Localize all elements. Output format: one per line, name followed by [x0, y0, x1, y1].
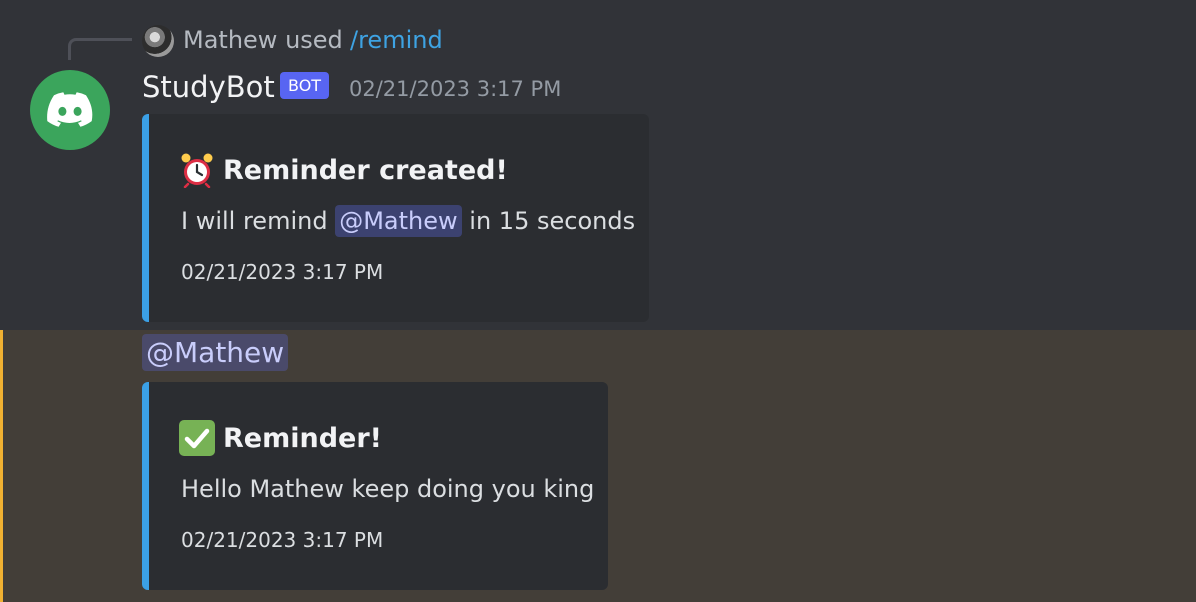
user-mention[interactable]: @Mathew — [335, 205, 462, 237]
discord-logo-icon — [47, 92, 93, 127]
bot-badge: BOT — [280, 72, 330, 99]
desc-text-after: in 15 seconds — [469, 207, 636, 235]
reply-username[interactable]: Mathew — [183, 26, 277, 54]
reply-connector — [68, 38, 132, 60]
bot-avatar[interactable] — [30, 70, 110, 150]
embed-title-text: Reminder created! — [223, 154, 508, 186]
reply-user-avatar[interactable] — [142, 25, 174, 57]
embed-description: Hello Mathew keep doing you king — [181, 475, 595, 503]
slash-command-link[interactable]: /remind — [350, 26, 443, 54]
embed-title: Reminder! — [179, 420, 382, 456]
mention-highlight-bar — [0, 330, 3, 602]
alarm-clock-icon — [181, 153, 213, 188]
message-timestamp: 02/21/2023 3:17 PM — [349, 77, 562, 101]
bot-message: Mathew used /remind StudyBot BOT 02/21/2… — [0, 0, 1196, 330]
embed-footer: 02/21/2023 3:17 PM — [181, 260, 384, 284]
reply-used-text: used — [285, 26, 343, 54]
embed-title-text: Reminder! — [223, 422, 382, 454]
reminder-embed: Reminder! Hello Mathew keep doing you ki… — [142, 382, 608, 590]
user-mention[interactable]: @Mathew — [142, 334, 289, 371]
embed-title: Reminder created! — [179, 152, 508, 188]
bot-username[interactable]: StudyBot — [142, 70, 275, 104]
embed-footer: 02/21/2023 3:17 PM — [181, 528, 384, 552]
reply-user[interactable]: Mathew used — [183, 26, 343, 54]
desc-text-before: I will remind — [181, 207, 328, 235]
check-mark-icon — [179, 420, 215, 456]
reminder-created-embed: Reminder created! I will remind @Mathew … — [142, 114, 649, 322]
embed-description: I will remind @Mathew in 15 seconds — [181, 205, 636, 237]
